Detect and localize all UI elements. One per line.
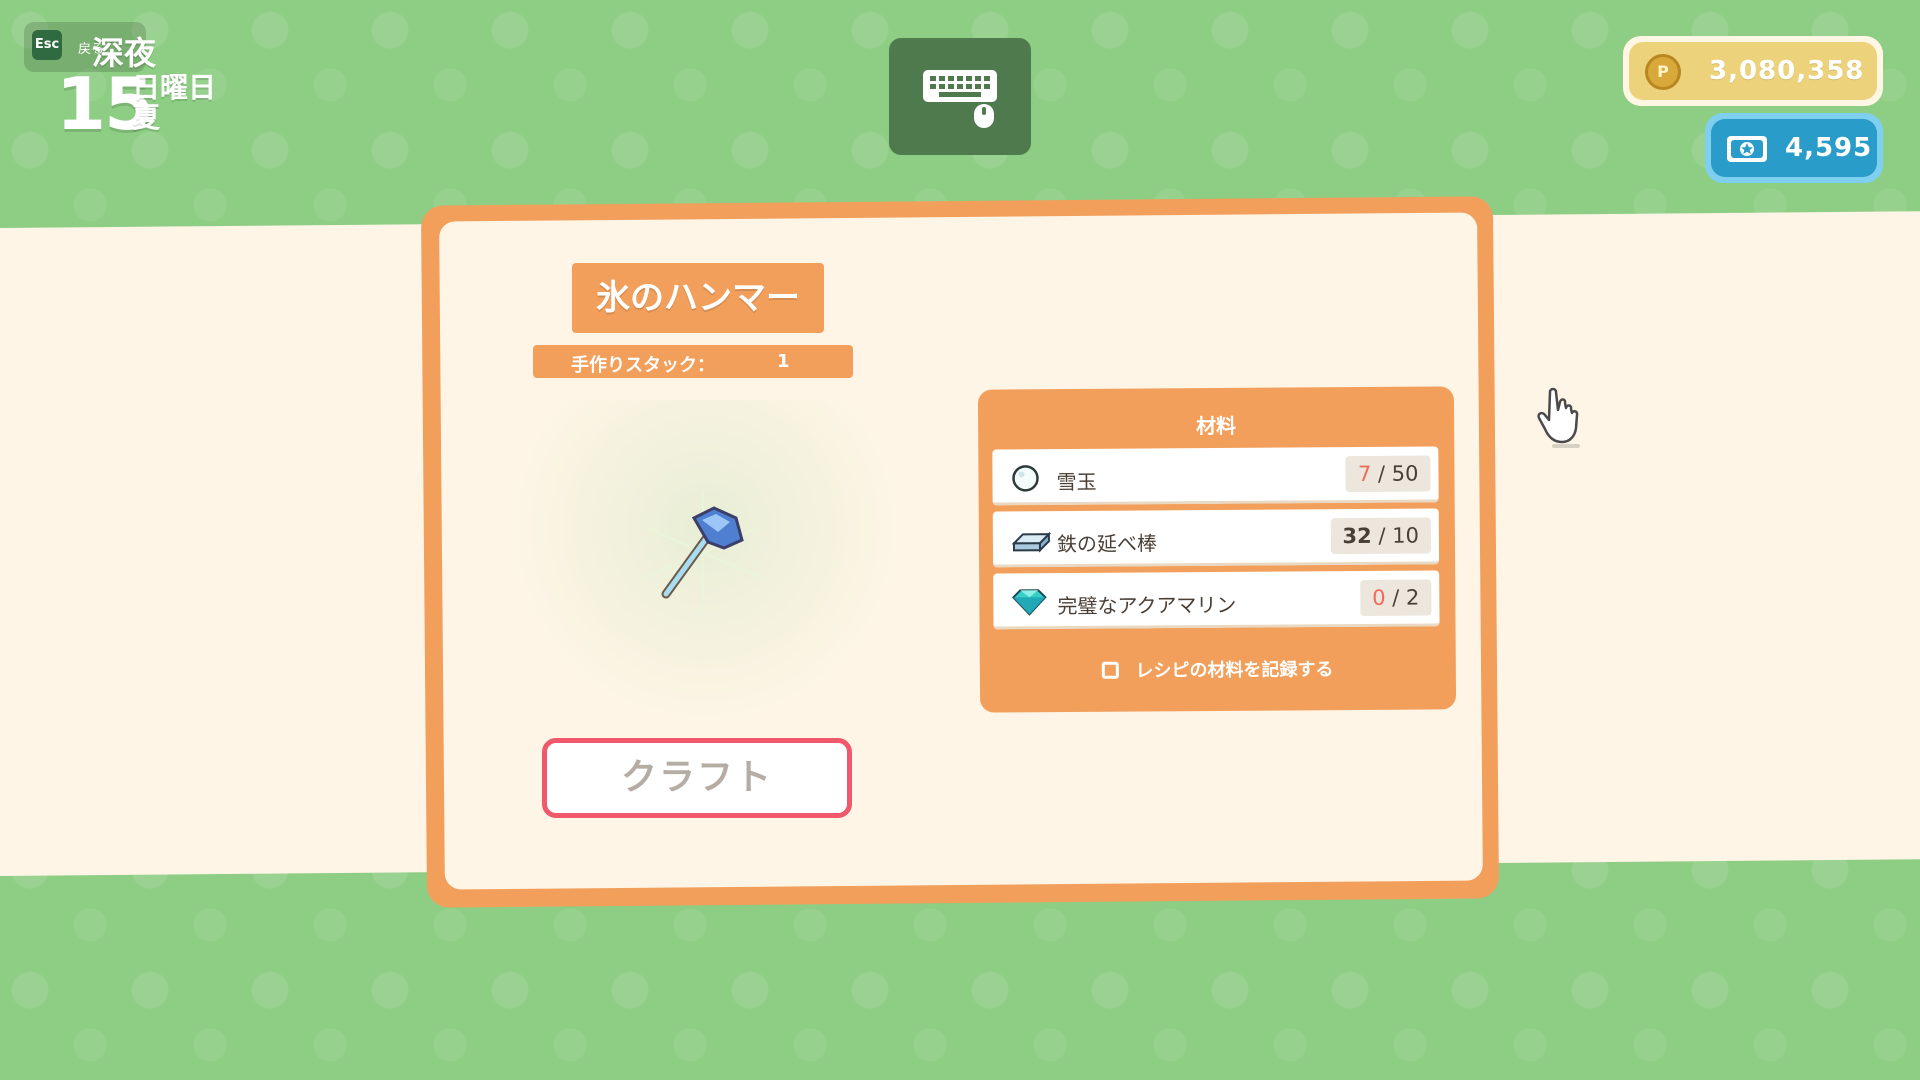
esc-key-icon: Esc	[32, 30, 62, 60]
ticket-value: 4,595	[1785, 133, 1873, 163]
material-separator: /	[1377, 461, 1386, 486]
material-have: 7	[1357, 461, 1372, 487]
hand-cursor-icon	[1537, 387, 1580, 448]
record-recipe-checkbox[interactable]	[1102, 661, 1120, 679]
craft-stack-bar: 手作りスタック： 1	[533, 345, 853, 378]
keyboard-mouse-icon	[923, 70, 997, 128]
material-name: 鉄の延べ棒	[1056, 531, 1158, 557]
material-count: 32 / 10	[1330, 517, 1432, 555]
material-name: 雪玉	[1056, 469, 1097, 495]
material-count: 7 / 50	[1345, 455, 1431, 493]
ticket-icon	[1727, 136, 1767, 162]
input-mode-indicator	[889, 38, 1031, 155]
record-recipe-toggle[interactable]: レシピの材料を記録する	[980, 654, 1456, 683]
item-preview	[470, 400, 940, 720]
material-row: 完璧なアクアマリン 0 / 2	[993, 570, 1440, 630]
gold-counter: P 3,080,358	[1623, 36, 1883, 106]
weekday: 日曜日	[132, 71, 217, 104]
craft-stack-label: 手作りスタック：	[571, 355, 715, 376]
coin-icon: P	[1645, 54, 1681, 90]
snowball-icon	[1012, 465, 1039, 492]
materials-panel: 材料 雪玉 7 / 50 鉄の延べ棒 32 / 10 完璧なアクアマリン 0 /…	[977, 386, 1457, 713]
material-count: 0 / 2	[1360, 579, 1432, 617]
aquamarine-icon	[1011, 589, 1047, 616]
material-separator: /	[1392, 585, 1400, 610]
material-separator: /	[1378, 523, 1386, 548]
craft-stack-value: 1	[777, 351, 790, 372]
time-display: Esc 戻る 深夜 15 日曜日 夏	[20, 20, 240, 140]
materials-title: 材料	[1196, 413, 1237, 439]
material-have: 0	[1372, 585, 1386, 610]
material-have: 32	[1342, 523, 1372, 549]
record-recipe-label: レシピの材料を記録する	[1135, 659, 1334, 682]
item-title: 氷のハンマー	[572, 263, 824, 333]
ice-hammer-icon	[642, 493, 764, 613]
season: 夏	[132, 101, 161, 134]
craft-button[interactable]: クラフト	[542, 738, 852, 818]
material-name: 完璧なアクアマリン	[1057, 592, 1237, 619]
material-row: 鉄の延べ棒 32 / 10	[992, 508, 1440, 568]
material-need: 2	[1405, 585, 1420, 610]
material-need: 10	[1392, 523, 1419, 548]
gold-value: 3,080,358	[1709, 56, 1865, 86]
ticket-counter: 4,595	[1705, 113, 1883, 183]
iron-bar-icon	[1011, 531, 1052, 553]
material-row: 雪玉 7 / 50	[992, 446, 1439, 506]
material-need: 50	[1391, 461, 1419, 486]
